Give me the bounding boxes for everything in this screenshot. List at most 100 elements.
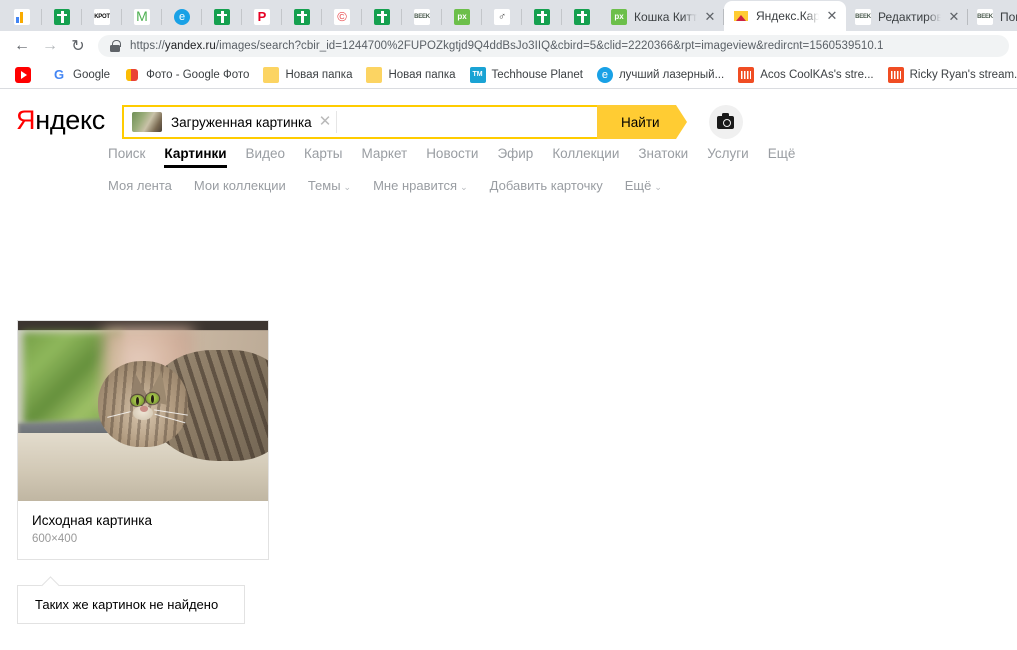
google-photos-icon	[124, 66, 141, 83]
bookmark-item[interactable]: Новая папка	[256, 64, 359, 86]
sub-nav-item[interactable]: Ещё ⌄	[625, 178, 662, 193]
tab-title: Редактирова	[878, 9, 941, 24]
pinned-tab[interactable]: M	[122, 2, 162, 31]
tab-title: Кошка Китти	[634, 9, 697, 24]
find-button-wrap: Найти	[597, 105, 687, 139]
pinned-tab[interactable]: BEEK	[402, 2, 442, 31]
bookmark-item[interactable]: TM Techhouse Planet	[463, 64, 590, 86]
pinned-tab[interactable]	[362, 2, 402, 31]
sub-nav-item[interactable]: Мои коллекции	[194, 178, 286, 193]
chip-divider	[336, 111, 338, 133]
bookmark-item[interactable]	[8, 64, 44, 86]
source-image-card[interactable]: Исходная картинка 600×400	[17, 320, 269, 560]
bookmark-label: Google	[73, 68, 111, 81]
bookmark-label: Фото - Google Фото	[146, 68, 250, 81]
source-image-dimensions: 600×400	[32, 533, 78, 545]
nav-tab-новости[interactable]: Новости	[426, 146, 478, 168]
pinned-tab[interactable]	[42, 2, 82, 31]
sub-nav-item[interactable]: Добавить карточку	[490, 178, 603, 193]
church-icon-1	[54, 8, 70, 25]
active-tab[interactable]: Яндекс.Карти ✕	[724, 1, 846, 31]
pinned-tab[interactable]	[522, 2, 562, 31]
source-image[interactable]	[18, 321, 268, 501]
pinned-tab[interactable]: ♂	[482, 2, 522, 31]
church-icon-4	[374, 8, 390, 25]
nav-tab-услуги[interactable]: Услуги	[707, 146, 749, 168]
search-area: Загруженная картинка ✕ Найти	[122, 105, 743, 139]
chip-label: Загруженная картинка	[171, 114, 312, 130]
chevron-down-icon: ⌄	[343, 182, 352, 192]
close-icon[interactable]: ✕	[824, 9, 840, 23]
address-bar[interactable]: https://yandex.ru/images/search?cbir_id=…	[98, 35, 1009, 57]
sub-nav-item[interactable]: Моя лента	[108, 178, 172, 193]
bookmark-label: Новая папка	[388, 68, 456, 81]
logo-ya-letter: Я	[16, 105, 36, 135]
header-row: Яндекс Загруженная картинка ✕ Найти	[0, 89, 1017, 139]
logo-rest: ндекс	[35, 105, 106, 135]
google-icon: G	[51, 66, 67, 83]
browser-tab[interactable]: BEEK Поиск по	[968, 2, 1017, 31]
source-image-meta: Исходная картинка 600×400	[18, 501, 268, 559]
browser-toolbar: ← → ↻ https://yandex.ru/images/search?cb…	[0, 31, 1017, 61]
tm-icon: TM	[469, 66, 486, 83]
nav-tab-эфир[interactable]: Эфир	[497, 146, 533, 168]
bookmark-item[interactable]: Фото - Google Фото	[117, 64, 256, 86]
tab-title: Поиск по	[1000, 9, 1017, 24]
browser-tab[interactable]: BEEK Редактирова ✕	[846, 2, 968, 31]
search-button[interactable]: Найти	[597, 105, 687, 139]
nav-tab-видео[interactable]: Видео	[246, 146, 285, 168]
reload-button[interactable]: ↻	[64, 32, 92, 60]
no-results-tooltip: Таких же картинок не найдено	[17, 585, 245, 624]
pinned-tab[interactable]	[202, 2, 242, 31]
bookmark-item[interactable]: Новая папка	[359, 64, 462, 86]
forward-button[interactable]: →	[36, 32, 64, 60]
pinned-tab[interactable]: px	[442, 2, 482, 31]
bookmarks-bar: G Google Фото - Google Фото Новая папка Нова…	[0, 61, 1017, 89]
bookmark-item[interactable]: Acos CoolKAs's stre...	[731, 64, 880, 86]
nav-tab-карты[interactable]: Карты	[304, 146, 342, 168]
pinned-tab[interactable]: ©	[322, 2, 362, 31]
pinned-tab[interactable]: e	[162, 2, 202, 31]
nav-tab-ещё[interactable]: Ещё	[768, 146, 796, 168]
pinned-tab[interactable]: KPOT	[82, 2, 122, 31]
church-icon-2	[214, 8, 230, 25]
sub-nav-item[interactable]: Мне нравится ⌄	[373, 178, 468, 193]
url-domain: yandex.ru	[164, 40, 216, 52]
px-icon: px	[454, 8, 470, 25]
sub-nav-item[interactable]: Темы ⌄	[308, 178, 351, 193]
pinned-tab[interactable]: P	[242, 2, 282, 31]
edge-circle-icon: e	[596, 66, 613, 83]
geek-icon: BEEK	[855, 8, 871, 25]
search-input[interactable]: Загруженная картинка ✕	[122, 105, 598, 139]
back-button[interactable]: ←	[8, 32, 36, 60]
chevron-down-icon: ⌄	[654, 182, 662, 192]
copyright-icon: ©	[334, 8, 350, 25]
close-icon[interactable]: ✕	[319, 114, 332, 129]
folder-icon	[263, 66, 280, 83]
close-icon[interactable]: ✕	[702, 9, 718, 24]
folder-icon	[366, 66, 383, 83]
service-nav: Поиск Картинки Видео Карты Маркет Новости Эфир…	[0, 146, 1017, 168]
cat-whisker	[107, 411, 131, 419]
tab-strip: KPOTMeP©BEEKpx♂ pxКошка Китти✕Яндекс.Кар…	[0, 0, 1017, 31]
bookmark-item[interactable]: e лучший лазерный...	[590, 64, 731, 86]
pinned-tab[interactable]	[282, 2, 322, 31]
close-icon[interactable]: ✕	[946, 9, 962, 24]
bookmark-item[interactable]: G Google	[44, 64, 117, 86]
nav-tab-маркет[interactable]: Маркет	[361, 146, 407, 168]
pinned-tab[interactable]	[2, 2, 42, 31]
browser-tab[interactable]: px Кошка Китти ✕	[602, 2, 724, 31]
nav-tab-знатоки[interactable]: Знатоки	[638, 146, 688, 168]
edge-circle-icon: e	[174, 8, 190, 25]
collections-nav: Моя лента Мои коллекции Темы ⌄ Мне нравится ⌄…	[0, 178, 1017, 193]
lock-icon	[109, 40, 121, 52]
nav-tab-коллекции[interactable]: Коллекции	[552, 146, 619, 168]
yandex-logo[interactable]: Яндекс	[16, 105, 105, 136]
nav-tab-картинки[interactable]: Картинки	[164, 146, 227, 168]
bookmark-item[interactable]: Ricky Ryan's stream...	[881, 64, 1017, 86]
church-icon-3	[294, 8, 310, 25]
pinterest-icon: P	[254, 8, 270, 25]
nav-tab-поиск[interactable]: Поиск	[108, 146, 145, 168]
pinned-tab[interactable]	[562, 2, 602, 31]
camera-search-button[interactable]	[708, 105, 743, 139]
